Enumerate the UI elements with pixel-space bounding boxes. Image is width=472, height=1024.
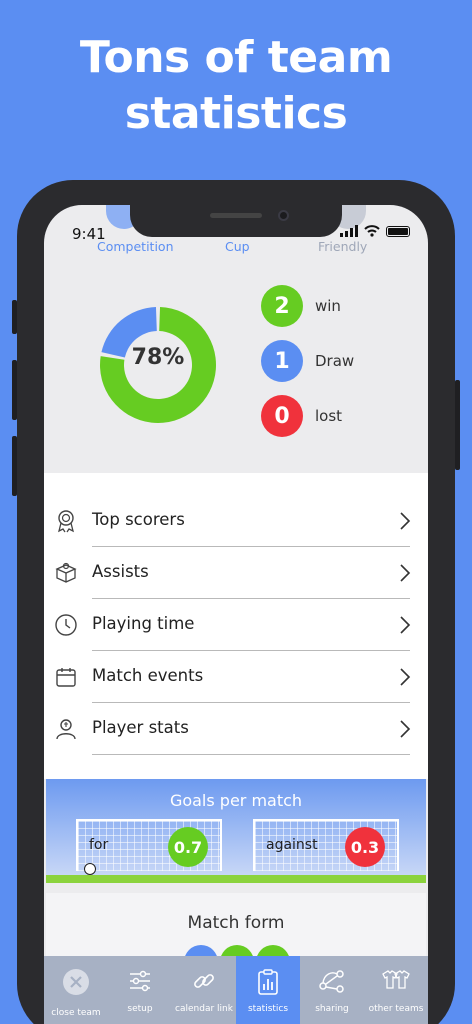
medal-icon (58, 510, 74, 533)
close-circle-icon (63, 969, 89, 995)
menu-item-player-stats[interactable]: Player stats (44, 703, 428, 755)
match-form-title: Match form (187, 913, 285, 933)
tab-sharing[interactable]: sharing (300, 956, 364, 1024)
win-count-badge: 2 (261, 285, 303, 327)
grass-strip (46, 875, 426, 883)
soccer-ball-icon (84, 863, 96, 875)
menu-label-top-scorers: Top scorers (92, 510, 185, 529)
tab-label-statistics: statistics (247, 1004, 289, 1014)
tab-close-team[interactable]: close team (44, 956, 108, 1024)
result-draw: 1 Draw (261, 340, 354, 382)
goals-per-match-panel: Goals per match for 0.7 against 0.3 (46, 779, 426, 883)
menu-label-playing-time: Playing time (92, 614, 195, 633)
win-label: win (315, 297, 341, 315)
wifi-icon (364, 225, 380, 237)
menu-label-player-stats: Player stats (92, 718, 189, 737)
clock-icon (55, 614, 77, 636)
clipboard-chart-icon (258, 969, 278, 995)
tab-label-setup: setup (127, 1004, 153, 1014)
lost-count-badge: 0 (261, 395, 303, 437)
share-nodes-icon (319, 970, 344, 993)
battery-icon (386, 225, 410, 237)
headline: Tons of team statistics (0, 30, 472, 142)
goals-against-box: against 0.3 (253, 819, 399, 871)
calendar-icon (56, 668, 76, 687)
jerseys-icon (382, 970, 410, 989)
chevron-right-icon (400, 512, 411, 530)
goals-against-label: against (266, 837, 318, 853)
goals-against-value: 0.3 (345, 827, 385, 867)
goals-for-box: for 0.7 (76, 819, 222, 871)
tab-label-calendar-link: calendar link (175, 1004, 233, 1014)
result-lost: 0 lost (261, 395, 342, 437)
goals-for-value: 0.7 (168, 827, 208, 867)
menu-item-match-events[interactable]: Match events (44, 651, 428, 703)
chevron-right-icon (400, 616, 411, 634)
app-screen: 9:41 Competition Cup Friendly 78% 2 win … (44, 205, 428, 1024)
lost-label: lost (315, 407, 343, 425)
chevron-right-icon (400, 720, 411, 738)
sliders-icon (130, 970, 150, 992)
menu-item-playing-time[interactable]: Playing time (44, 599, 428, 651)
stats-menu: Top scorers Assists Playing time Match e… (44, 473, 428, 779)
chevron-right-icon (400, 564, 411, 582)
earpiece-speaker (210, 213, 262, 218)
goals-title: Goals per match (169, 791, 303, 810)
headline-line-1: Tons of team (79, 32, 393, 83)
link-icon (194, 974, 214, 988)
menu-label-match-events: Match events (92, 666, 204, 685)
tab-statistics[interactable]: statistics (236, 956, 300, 1024)
tab-cup[interactable]: Cup (225, 239, 250, 254)
goals-for-label: for (89, 837, 109, 853)
chevron-right-icon (400, 668, 411, 686)
tab-label-close-team: close team (51, 1008, 101, 1018)
tab-other-teams[interactable]: other teams (364, 956, 428, 1024)
volume-down-button (12, 436, 17, 496)
player-icon (56, 719, 76, 740)
tab-setup[interactable]: setup (108, 956, 172, 1024)
menu-item-top-scorers[interactable]: Top scorers (44, 495, 428, 547)
menu-divider (92, 753, 410, 755)
mute-switch (12, 300, 17, 334)
tab-label-sharing: sharing (315, 1004, 349, 1014)
tab-calendar-link[interactable]: calendar link (172, 956, 236, 1024)
signal-icon (340, 225, 358, 237)
volume-up-button (12, 360, 17, 420)
menu-label-assists: Assists (92, 562, 149, 581)
win-rate-percent: 78% (131, 345, 185, 370)
phone-notch (130, 205, 342, 237)
headline-line-2: statistics (124, 88, 348, 139)
draw-label: Draw (315, 352, 355, 370)
gift-box-icon (55, 562, 77, 583)
tab-competition[interactable]: Competition (97, 239, 174, 254)
tab-label-other-teams: other teams (368, 1004, 424, 1014)
power-button (455, 380, 460, 470)
menu-item-assists[interactable]: Assists (44, 547, 428, 599)
front-camera (278, 210, 289, 221)
status-icons (340, 225, 410, 237)
draw-count-badge: 1 (261, 340, 303, 382)
tab-friendly[interactable]: Friendly (318, 239, 367, 254)
bottom-tab-bar: close team setup calendar link statistic… (44, 956, 428, 1024)
result-win: 2 win (261, 285, 341, 327)
